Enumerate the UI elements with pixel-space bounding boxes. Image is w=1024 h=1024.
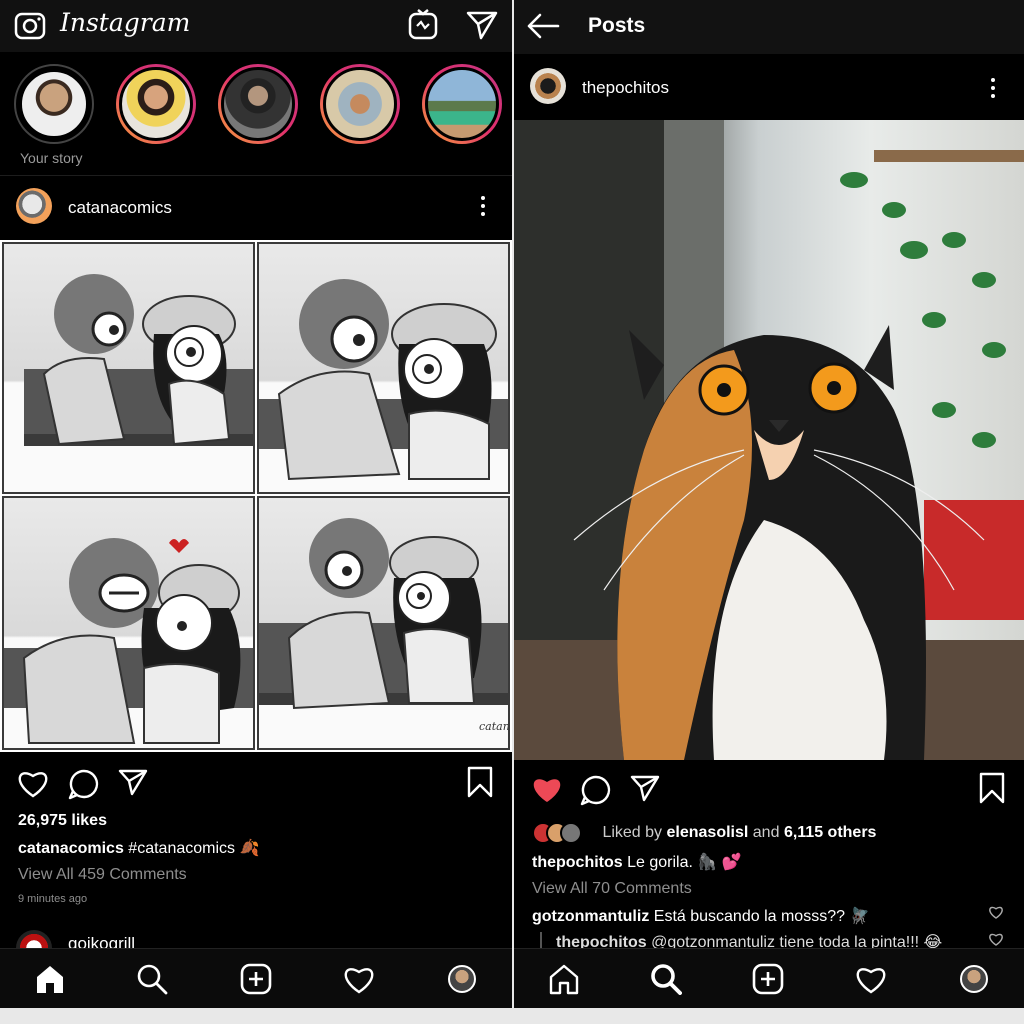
search-icon[interactable]	[136, 963, 168, 995]
post-avatar[interactable]	[530, 68, 566, 104]
your-story-label: Your story	[20, 150, 83, 166]
more-options-icon[interactable]	[480, 196, 486, 220]
back-arrow-icon[interactable]	[526, 12, 560, 40]
next-post-header: goikogrill	[0, 920, 512, 948]
liked-heart-icon[interactable]	[530, 774, 564, 804]
liked-by-and: and	[752, 824, 780, 842]
story-item[interactable]	[422, 64, 502, 144]
post-timestamp: 9 minutes ago	[18, 893, 88, 905]
post-caption: catanacomics #catanacomics 🍂	[18, 838, 259, 858]
add-post-icon[interactable]	[752, 963, 784, 995]
bottom-nav	[0, 948, 512, 1008]
comment-item: gotzonmantuliz Está buscando la mosss?? …	[532, 906, 869, 926]
liked-by-row: Liked by elenasolisl and 6,115 others	[532, 822, 876, 844]
bottom-nav	[514, 948, 1024, 1008]
reply-item: thepochitos @gotzonmantuliz tiene toda l…	[540, 932, 942, 948]
camera-icon[interactable]	[14, 10, 46, 40]
comic-watermark: catana	[479, 720, 508, 733]
comment-emoji: 🪰	[849, 908, 870, 925]
liked-by-others[interactable]: 6,115 others	[784, 824, 877, 841]
story-avatar	[323, 67, 397, 141]
story-item[interactable]	[116, 64, 196, 144]
add-post-icon[interactable]	[240, 963, 272, 995]
comment-like-heart-icon[interactable]	[988, 905, 1004, 919]
stories-tray: Your story	[0, 52, 512, 176]
share-icon[interactable]	[118, 768, 148, 796]
reply-emoji: 😂	[923, 934, 943, 948]
bookmark-icon[interactable]	[978, 772, 1006, 804]
home-icon[interactable]	[34, 963, 66, 995]
comment-icon[interactable]	[580, 774, 612, 806]
post-header: thepochitos	[514, 56, 1024, 120]
post-username[interactable]: catanacomics	[68, 198, 172, 218]
story-avatar	[119, 67, 193, 141]
reply-like-heart-icon[interactable]	[988, 932, 1004, 946]
post-detail-screen: Posts thepochitos Liked by elenasolisl a…	[514, 0, 1024, 1008]
reply-row: thepochitos @gotzonmantuliz tiene toda l…	[514, 928, 1024, 948]
home-icon[interactable]	[548, 963, 580, 995]
like-heart-icon[interactable]	[16, 768, 50, 798]
comment-text: Está buscando la mosss??	[653, 908, 845, 925]
own-story-avatar	[19, 69, 89, 139]
story-own[interactable]	[14, 64, 94, 144]
igtv-icon[interactable]	[408, 8, 438, 40]
comic-panel: catana	[257, 496, 510, 750]
profile-avatar[interactable]	[448, 965, 476, 993]
caption-username[interactable]: catanacomics	[18, 840, 124, 857]
next-post-username[interactable]: goikogrill	[68, 934, 135, 948]
comment-username[interactable]: gotzonmantuliz	[532, 908, 649, 925]
story-item[interactable]	[218, 64, 298, 144]
reply-text: @gotzonmantuliz tiene toda la pinta!!!	[651, 934, 920, 948]
caption-emoji: 🦍 💕	[697, 854, 742, 871]
view-comments-link[interactable]: View All 459 Comments	[18, 866, 187, 884]
caption-hashtag[interactable]: #catanacomics	[128, 840, 235, 857]
more-options-icon[interactable]	[990, 78, 996, 102]
posts-header: Posts	[514, 0, 1024, 54]
page-title: Posts	[588, 14, 646, 37]
direct-message-icon[interactable]	[466, 10, 498, 40]
likes-count[interactable]: 26,975 likes	[18, 812, 107, 830]
story-item[interactable]	[320, 64, 400, 144]
post-header: catanacomics	[0, 176, 512, 240]
next-post-avatar[interactable]	[16, 930, 52, 948]
comic-panel	[2, 496, 255, 750]
comic-panel	[2, 242, 255, 494]
caption-text: Le gorila.	[627, 854, 693, 871]
feed-screen: Instagram Your story catanacomics cata 2…	[0, 0, 512, 1008]
caption-username[interactable]: thepochitos	[532, 854, 623, 871]
activity-heart-icon[interactable]	[342, 964, 376, 994]
liker-avatars[interactable]	[532, 822, 598, 844]
post-actions	[0, 760, 512, 808]
post-username[interactable]: thepochitos	[582, 78, 669, 98]
comment-icon[interactable]	[68, 768, 100, 800]
story-avatar	[425, 67, 499, 141]
liked-by-prefix: Liked by	[602, 824, 663, 842]
view-comments-link[interactable]: View All 70 Comments	[532, 880, 692, 898]
reply-username[interactable]: thepochitos	[556, 934, 647, 948]
comic-image: catana	[0, 240, 512, 752]
activity-heart-icon[interactable]	[854, 964, 888, 994]
comic-panel	[257, 242, 510, 494]
post-actions	[514, 770, 1024, 810]
screen-gap	[0, 1008, 1024, 1024]
profile-avatar[interactable]	[960, 965, 988, 993]
liker-avatar	[560, 822, 582, 844]
post-caption: thepochitos Le gorila. 🦍 💕	[532, 852, 742, 872]
post-photo	[514, 120, 1024, 760]
app-logo: Instagram	[60, 8, 191, 37]
post-avatar[interactable]	[16, 188, 52, 224]
share-icon[interactable]	[630, 774, 660, 802]
caption-emoji: 🍂	[239, 840, 260, 857]
liked-by-user[interactable]: elenasolisl	[667, 824, 749, 841]
search-icon[interactable]	[650, 963, 682, 995]
feed-header: Instagram	[0, 0, 512, 52]
story-avatar	[221, 67, 295, 141]
bookmark-icon[interactable]	[466, 766, 494, 798]
